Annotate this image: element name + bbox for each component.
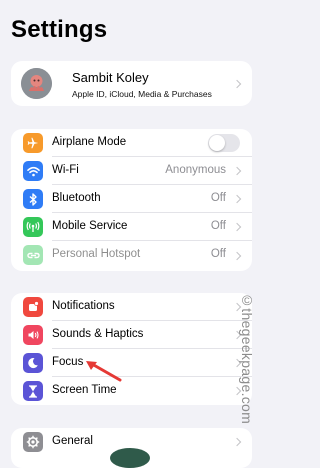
screen-time-label: Screen Time xyxy=(52,384,117,396)
chevron-right-icon xyxy=(232,437,242,447)
connectivity-group: Airplane Mode Wi-Fi Anonymous Bluetooth … xyxy=(11,129,252,271)
toggle-knob xyxy=(209,135,225,151)
personal-hotspot-label: Personal Hotspot xyxy=(52,248,141,260)
airplane-icon xyxy=(23,133,43,153)
wifi-label: Wi-Fi xyxy=(52,164,79,176)
wifi-icon xyxy=(23,161,43,181)
mobile-service-value: Off xyxy=(210,220,226,232)
wifi-value: Anonymous xyxy=(165,164,226,176)
avatar xyxy=(21,68,52,99)
bottom-overlay-shape xyxy=(110,448,150,468)
chevron-right-icon xyxy=(232,166,242,176)
mobile-service-row[interactable]: Mobile Service Off xyxy=(11,213,252,241)
chevron-right-icon xyxy=(232,194,242,204)
airplane-mode-row: Airplane Mode xyxy=(11,129,252,157)
bell-icon xyxy=(23,297,43,317)
hotspot-icon xyxy=(23,245,43,265)
notifications-group: Notifications Sounds & Haptics Focus Scr… xyxy=(11,293,252,405)
speaker-icon xyxy=(23,325,43,345)
mobile-service-label: Mobile Service xyxy=(52,220,128,232)
hourglass-icon xyxy=(23,381,43,401)
bluetooth-value: Off xyxy=(210,192,226,204)
airplane-mode-toggle[interactable] xyxy=(208,134,240,152)
airplane-mode-label: Airplane Mode xyxy=(52,136,127,148)
profile-name: Sambit Koley xyxy=(72,70,149,85)
profile-subtitle: Apple ID, iCloud, Media & Purchases xyxy=(72,89,212,99)
focus-row[interactable]: Focus xyxy=(11,349,252,377)
personal-hotspot-value: Off xyxy=(210,248,226,260)
notifications-row[interactable]: Notifications xyxy=(11,293,252,321)
personal-hotspot-row[interactable]: Personal Hotspot Off xyxy=(11,241,252,271)
bluetooth-icon xyxy=(23,189,43,209)
antenna-icon xyxy=(23,217,43,237)
chevron-right-icon xyxy=(232,251,242,261)
wifi-row[interactable]: Wi-Fi Anonymous xyxy=(11,157,252,185)
gear-icon xyxy=(23,432,43,452)
watermark: ©thegeekpage.com xyxy=(239,292,255,425)
chevron-right-icon xyxy=(232,79,242,88)
bluetooth-label: Bluetooth xyxy=(52,192,101,204)
moon-icon xyxy=(23,353,43,373)
chevron-right-icon xyxy=(232,222,242,232)
screen-time-row[interactable]: Screen Time xyxy=(11,377,252,405)
annotation-arrow-icon xyxy=(86,361,122,382)
sounds-haptics-label: Sounds & Haptics xyxy=(52,328,144,340)
bluetooth-row[interactable]: Bluetooth Off xyxy=(11,185,252,213)
sounds-haptics-row[interactable]: Sounds & Haptics xyxy=(11,321,252,349)
notifications-label: Notifications xyxy=(52,300,115,312)
profile-card[interactable]: Sambit Koley Apple ID, iCloud, Media & P… xyxy=(11,61,252,106)
focus-label: Focus xyxy=(52,356,84,368)
page-title: Settings xyxy=(11,16,108,43)
general-label: General xyxy=(52,435,93,447)
